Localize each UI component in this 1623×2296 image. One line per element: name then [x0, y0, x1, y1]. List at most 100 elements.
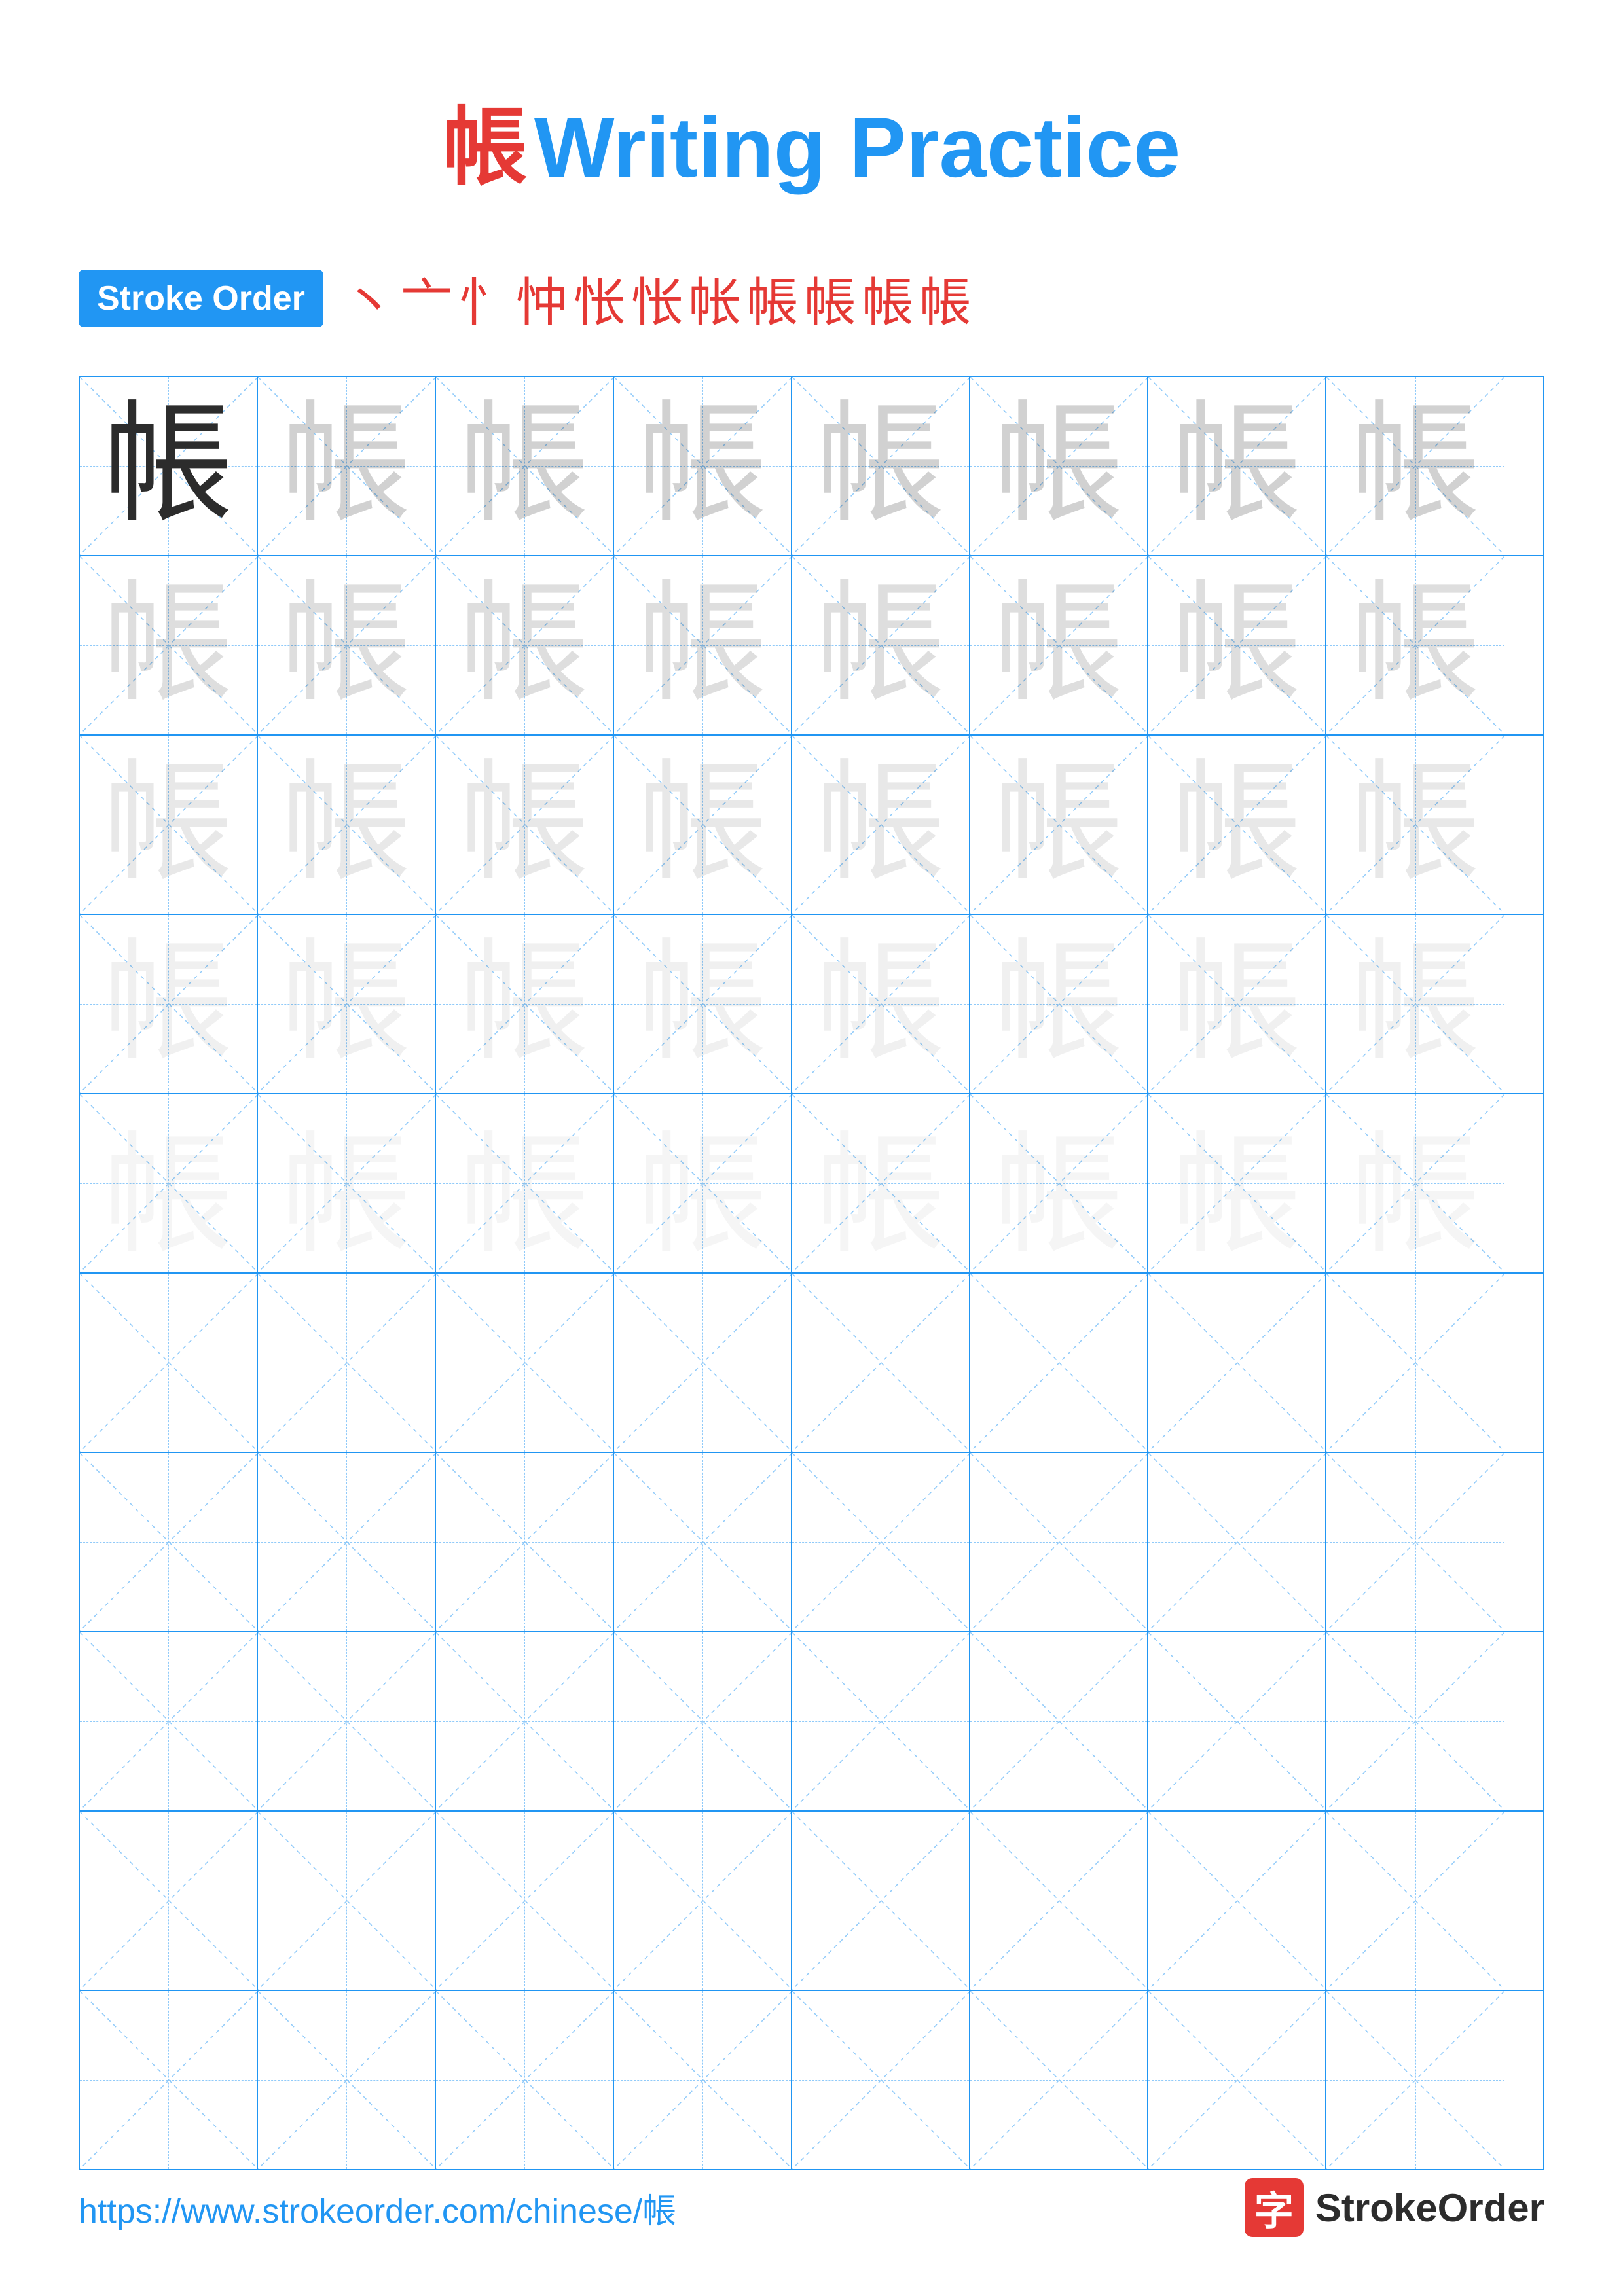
grid-row-9 [80, 1812, 1543, 1991]
stroke-4: 忡 [516, 260, 568, 336]
grid-cell-2-2[interactable]: 帳 [258, 556, 436, 734]
grid-cell-3-4[interactable]: 帳 [614, 736, 792, 914]
stroke-order-row: Stroke Order 丶 亠 忄 忡 怅 怅 帐 帳 帳 帳 帳 [0, 241, 1623, 363]
grid-cell-9-8[interactable] [1326, 1812, 1504, 1990]
grid-cell-7-8[interactable] [1326, 1453, 1504, 1631]
grid-cell-3-3[interactable]: 帳 [436, 736, 614, 914]
grid-cell-5-5[interactable]: 帳 [792, 1094, 970, 1272]
grid-cell-1-1[interactable]: 帳 [80, 377, 258, 555]
stroke-order-badge: Stroke Order [79, 270, 323, 327]
stroke-8: 帳 [746, 260, 799, 336]
grid-row-4: 帳 帳 帳 帳 帳 帳 帳 帳 [80, 915, 1543, 1094]
grid-cell-3-7[interactable]: 帳 [1148, 736, 1326, 914]
grid-cell-3-5[interactable]: 帳 [792, 736, 970, 914]
char-guide: 帳 [993, 939, 1124, 1069]
stroke-9: 帳 [804, 260, 856, 336]
grid-cell-4-5[interactable]: 帳 [792, 915, 970, 1093]
grid-cell-1-2[interactable]: 帳 [258, 377, 436, 555]
grid-cell-3-6[interactable]: 帳 [970, 736, 1148, 914]
char-guide: 帳 [459, 759, 590, 890]
grid-cell-7-1[interactable] [80, 1453, 258, 1631]
grid-cell-8-4[interactable] [614, 1632, 792, 1810]
char-guide: 帳 [1171, 580, 1302, 711]
grid-cell-6-6[interactable] [970, 1274, 1148, 1452]
grid-cell-5-7[interactable]: 帳 [1148, 1094, 1326, 1272]
grid-cell-9-6[interactable] [970, 1812, 1148, 1990]
grid-cell-7-4[interactable] [614, 1453, 792, 1631]
grid-cell-10-2[interactable] [258, 1991, 436, 2169]
grid-cell-8-2[interactable] [258, 1632, 436, 1810]
grid-cell-8-3[interactable] [436, 1632, 614, 1810]
grid-cell-2-8[interactable]: 帳 [1326, 556, 1504, 734]
grid-cell-9-5[interactable] [792, 1812, 970, 1990]
grid-cell-4-4[interactable]: 帳 [614, 915, 792, 1093]
grid-cell-8-6[interactable] [970, 1632, 1148, 1810]
grid-cell-9-2[interactable] [258, 1812, 436, 1990]
grid-cell-4-7[interactable]: 帳 [1148, 915, 1326, 1093]
grid-cell-1-5[interactable]: 帳 [792, 377, 970, 555]
grid-cell-10-5[interactable] [792, 1991, 970, 2169]
grid-cell-7-7[interactable] [1148, 1453, 1326, 1631]
grid-cell-6-2[interactable] [258, 1274, 436, 1452]
grid-cell-5-3[interactable]: 帳 [436, 1094, 614, 1272]
grid-cell-2-5[interactable]: 帳 [792, 556, 970, 734]
char-guide: 帳 [1171, 759, 1302, 890]
grid-cell-7-6[interactable] [970, 1453, 1148, 1631]
grid-cell-9-3[interactable] [436, 1812, 614, 1990]
grid-cell-9-1[interactable] [80, 1812, 258, 1990]
grid-cell-8-8[interactable] [1326, 1632, 1504, 1810]
grid-row-7 [80, 1453, 1543, 1632]
grid-cell-7-5[interactable] [792, 1453, 970, 1631]
grid-cell-5-1[interactable]: 帳 [80, 1094, 258, 1272]
grid-cell-3-8[interactable]: 帳 [1326, 736, 1504, 914]
grid-cell-3-2[interactable]: 帳 [258, 736, 436, 914]
grid-cell-10-1[interactable] [80, 1991, 258, 2169]
grid-cell-8-7[interactable] [1148, 1632, 1326, 1810]
grid-cell-1-3[interactable]: 帳 [436, 377, 614, 555]
char-guide: 帳 [1171, 401, 1302, 531]
grid-cell-4-1[interactable]: 帳 [80, 915, 258, 1093]
grid-cell-10-6[interactable] [970, 1991, 1148, 2169]
grid-cell-6-7[interactable] [1148, 1274, 1326, 1452]
footer-url[interactable]: https://www.strokeorder.com/chinese/帳 [79, 2183, 676, 2233]
grid-cell-1-4[interactable]: 帳 [614, 377, 792, 555]
grid-cell-7-3[interactable] [436, 1453, 614, 1631]
grid-cell-9-7[interactable] [1148, 1812, 1326, 1990]
grid-cell-10-7[interactable] [1148, 1991, 1326, 2169]
grid-cell-2-1[interactable]: 帳 [80, 556, 258, 734]
grid-cell-4-6[interactable]: 帳 [970, 915, 1148, 1093]
grid-cell-6-3[interactable] [436, 1274, 614, 1452]
grid-cell-1-7[interactable]: 帳 [1148, 377, 1326, 555]
grid-cell-2-7[interactable]: 帳 [1148, 556, 1326, 734]
grid-cell-2-3[interactable]: 帳 [436, 556, 614, 734]
grid-cell-8-1[interactable] [80, 1632, 258, 1810]
char-guide: 帳 [103, 1094, 234, 1272]
grid-cell-2-6[interactable]: 帳 [970, 556, 1148, 734]
char-guide: 帳 [637, 1094, 768, 1272]
grid-cell-1-6[interactable]: 帳 [970, 377, 1148, 555]
grid-cell-1-8[interactable]: 帳 [1326, 377, 1504, 555]
grid-cell-10-4[interactable] [614, 1991, 792, 2169]
grid-cell-3-1[interactable]: 帳 [80, 736, 258, 914]
grid-cell-7-2[interactable] [258, 1453, 436, 1631]
grid-cell-6-4[interactable] [614, 1274, 792, 1452]
grid-cell-5-4[interactable]: 帳 [614, 1094, 792, 1272]
grid-cell-6-1[interactable] [80, 1274, 258, 1452]
practice-grid: 帳 帳 帳 帳 帳 帳 帳 帳 [79, 376, 1544, 2170]
grid-cell-10-3[interactable] [436, 1991, 614, 2169]
grid-cell-2-4[interactable]: 帳 [614, 556, 792, 734]
char-guide: 帳 [1350, 401, 1481, 531]
grid-cell-5-2[interactable]: 帳 [258, 1094, 436, 1272]
grid-cell-5-6[interactable]: 帳 [970, 1094, 1148, 1272]
grid-cell-6-5[interactable] [792, 1274, 970, 1452]
grid-cell-4-3[interactable]: 帳 [436, 915, 614, 1093]
grid-cell-10-8[interactable] [1326, 1991, 1504, 2169]
grid-cell-8-5[interactable] [792, 1632, 970, 1810]
grid-cell-4-2[interactable]: 帳 [258, 915, 436, 1093]
grid-cell-4-8[interactable]: 帳 [1326, 915, 1504, 1093]
strokeorder-logo-icon: 字 [1245, 2178, 1304, 2237]
grid-cell-5-8[interactable]: 帳 [1326, 1094, 1504, 1272]
grid-cell-6-8[interactable] [1326, 1274, 1504, 1452]
grid-cell-9-4[interactable] [614, 1812, 792, 1990]
page-title: 帳Writing Practice [0, 0, 1623, 241]
